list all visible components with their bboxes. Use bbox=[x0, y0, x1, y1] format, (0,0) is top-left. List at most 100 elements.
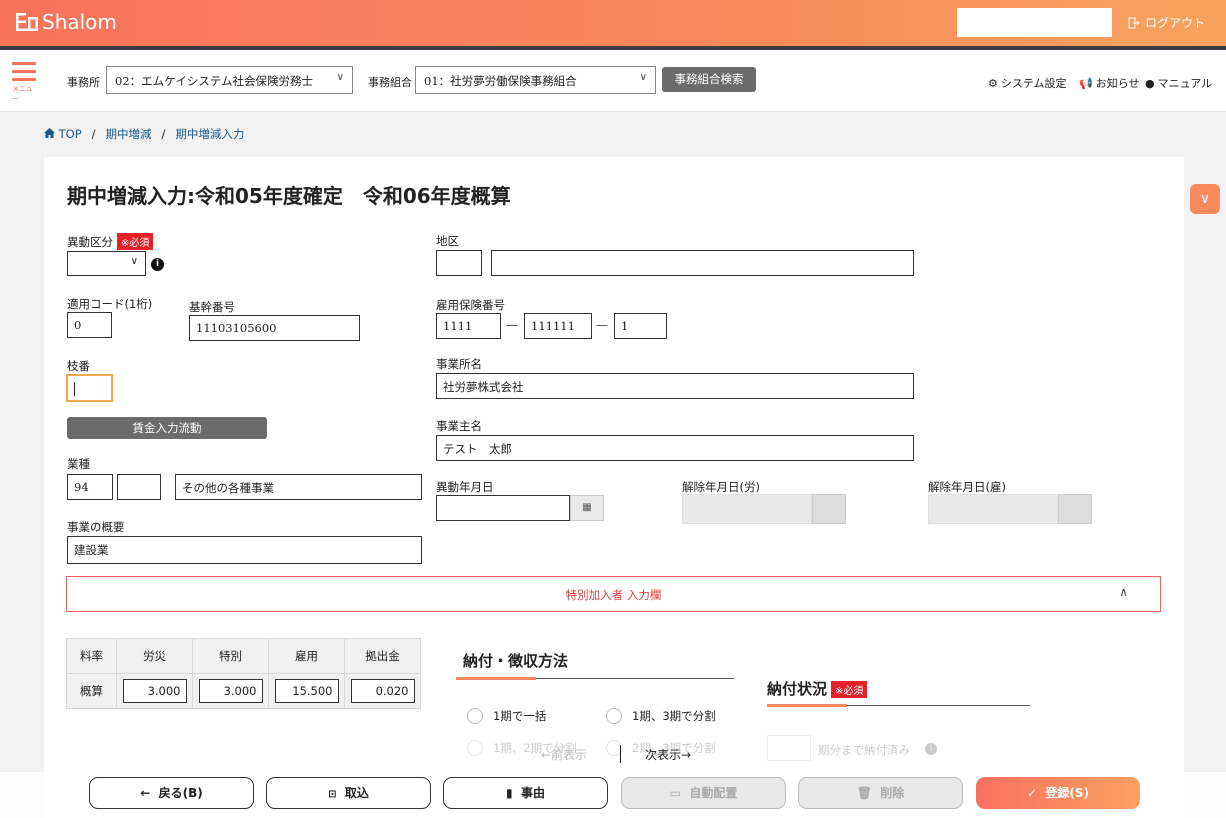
required-badge: ※必須 bbox=[117, 233, 154, 250]
nav-bar: メニュー 事務所 02：エムケイシステム社会保険労務士 ∨ 事務組合 01：社労… bbox=[0, 50, 1226, 112]
back-button[interactable]: ← 戻る(B) bbox=[89, 777, 254, 809]
district-label: 地区 bbox=[436, 234, 459, 248]
calendar-icon[interactable]: ▦ bbox=[570, 495, 604, 521]
payment-option[interactable]: 1期で一括 bbox=[467, 708, 546, 724]
applied-code-input[interactable]: 0 bbox=[67, 312, 112, 338]
rate-special-input[interactable]: 3.000 bbox=[198, 679, 263, 703]
wage-flow-button[interactable]: 賃金入力流動 bbox=[67, 417, 267, 439]
union-select[interactable]: 01：社労夢労働保険事務組合 ∨ bbox=[415, 66, 656, 94]
table-row: 概算 3.000 3.000 15.500 0.020 bbox=[66, 673, 421, 709]
rate-contribution-input[interactable]: 0.020 bbox=[350, 679, 415, 703]
system-settings-link[interactable]: ⚙ システム設定 bbox=[988, 75, 1067, 91]
industry-name-input[interactable]: その他の各種事業 bbox=[175, 474, 422, 500]
rate-table: 料率 労災 特別 雇用 拠出金 概算 3.000 3.000 15.500 0.… bbox=[66, 638, 421, 709]
app-logo[interactable]: Shalom bbox=[16, 10, 117, 34]
lightbulb-icon: ● bbox=[1145, 76, 1155, 90]
applied-code-label: 適用コード(1桁) bbox=[67, 297, 153, 311]
rate-labor-input[interactable]: 3.000 bbox=[122, 679, 187, 703]
industry-code1-input[interactable]: 94 bbox=[67, 474, 113, 500]
menu-button[interactable]: メニュー bbox=[12, 62, 36, 104]
row-label: 概算 bbox=[66, 673, 117, 709]
district-name-input[interactable] bbox=[491, 250, 914, 276]
reason-button[interactable]: ▮ 事由 bbox=[443, 777, 608, 809]
notices-link[interactable]: 📢 お知らせ bbox=[1079, 75, 1139, 91]
logout-label: ログアウト bbox=[1145, 16, 1206, 30]
breadcrumb: TOP / 期中増減 / 期中増減入力 bbox=[44, 126, 244, 142]
separator-dash: — bbox=[596, 318, 608, 332]
change-type-select[interactable]: ∨ bbox=[67, 251, 146, 276]
delete-button[interactable]: 🗑 削除 bbox=[798, 777, 963, 809]
breadcrumb-current[interactable]: 期中増減入力 bbox=[175, 126, 244, 142]
app-header: Shalom ログアウト bbox=[0, 0, 1226, 46]
import-button[interactable]: ⊡ 取込 bbox=[266, 777, 431, 809]
radio-icon bbox=[606, 708, 622, 724]
breadcrumb-separator: / bbox=[161, 127, 166, 141]
trash-icon: 🗑 bbox=[856, 786, 872, 800]
info-icon[interactable]: i bbox=[925, 743, 937, 755]
emp-ins-1-input[interactable]: 1111 bbox=[436, 313, 501, 339]
table-header-row: 料率 労災 特別 雇用 拠出金 bbox=[66, 638, 421, 674]
rate-employment-input[interactable]: 15.500 bbox=[274, 679, 339, 703]
section-accent bbox=[456, 677, 536, 680]
breadcrumb-top[interactable]: TOP bbox=[44, 127, 82, 141]
table-header: 特別 bbox=[192, 638, 269, 674]
payment-status-title: 納付状況 ※必須 bbox=[767, 678, 868, 699]
chevron-down-icon: ∨ bbox=[130, 256, 138, 267]
megaphone-icon: 📢 bbox=[1079, 76, 1093, 90]
base-number-input[interactable]: 11103105600 bbox=[189, 315, 360, 341]
calendar-icon[interactable] bbox=[812, 494, 846, 524]
calendar-icon[interactable] bbox=[1058, 494, 1092, 524]
paid-period-input[interactable] bbox=[767, 735, 811, 761]
base-number-label: 基幹番号 bbox=[189, 300, 235, 314]
emp-ins-label: 雇用保険番号 bbox=[436, 298, 505, 312]
emp-ins-3-input[interactable]: 1 bbox=[614, 313, 667, 339]
breadcrumb-midterm[interactable]: 期中増減 bbox=[106, 126, 152, 142]
required-badge: ※必須 bbox=[831, 681, 868, 698]
office-name-label: 事業所名 bbox=[436, 357, 482, 371]
collapse-button[interactable]: ∨ bbox=[1190, 184, 1220, 214]
branch-input[interactable] bbox=[66, 374, 113, 402]
special-members-toggle[interactable]: 特別加入者 入力欄 ∧ bbox=[66, 576, 1161, 612]
info-icon[interactable]: i bbox=[151, 258, 164, 271]
breadcrumb-separator: / bbox=[91, 127, 96, 141]
office-select[interactable]: 02：エムケイシステム社会保険労務士 ∨ bbox=[106, 66, 353, 94]
payment-method-title: 納付・徴収方法 bbox=[463, 652, 569, 670]
table-header: 雇用 bbox=[268, 638, 345, 674]
register-button[interactable]: ✓ 登録(S) bbox=[976, 777, 1140, 809]
union-search-button[interactable]: 事務組合検索 bbox=[662, 67, 756, 92]
menu-label: メニュー bbox=[12, 85, 33, 103]
page-title: 期中増減入力:令和05年度確定 令和06年度概算 bbox=[67, 184, 511, 208]
business-summary-label: 事業の概要 bbox=[67, 520, 125, 534]
radio-icon bbox=[467, 708, 483, 724]
office-label: 事務所 bbox=[67, 76, 100, 89]
change-date-label: 異動年月日 bbox=[436, 480, 494, 494]
section-accent bbox=[767, 704, 847, 707]
owner-input[interactable]: テスト 太郎 bbox=[436, 435, 914, 461]
menu-icon bbox=[12, 62, 36, 65]
home-icon bbox=[44, 128, 55, 138]
gear-icon: ⚙ bbox=[988, 76, 998, 90]
table-header: 料率 bbox=[66, 638, 117, 674]
logout-icon bbox=[1128, 17, 1140, 28]
change-date-input[interactable] bbox=[436, 495, 570, 521]
document-icon: ▮ bbox=[506, 786, 513, 800]
emp-ins-2-input[interactable]: 111111 bbox=[524, 313, 592, 339]
check-icon: ✓ bbox=[1026, 786, 1038, 800]
next-page-link[interactable]: 次表示→ bbox=[645, 746, 691, 763]
list-icon: ▭ bbox=[669, 786, 681, 800]
cancel-labor-input[interactable] bbox=[682, 494, 812, 524]
auto-arrange-button[interactable]: ▭ 自動配置 bbox=[621, 777, 786, 809]
change-type-label: 異動区分 ※必須 bbox=[67, 233, 154, 250]
manual-link[interactable]: ● マニュアル bbox=[1145, 75, 1212, 91]
cancel-emp-input[interactable] bbox=[928, 494, 1058, 524]
industry-code2-input[interactable] bbox=[117, 474, 161, 500]
header-search-input[interactable] bbox=[957, 8, 1112, 37]
district-code-input[interactable] bbox=[436, 250, 482, 276]
business-summary-input[interactable]: 建設業 bbox=[67, 536, 422, 564]
logout-link[interactable]: ログアウト bbox=[1128, 14, 1205, 31]
office-name-input[interactable]: 社労夢株式会社 bbox=[436, 373, 914, 399]
prev-page-link[interactable]: ←前表示 bbox=[541, 746, 587, 763]
branch-label: 枝番 bbox=[67, 359, 90, 373]
payment-option[interactable]: 1期、3期で分割 bbox=[606, 708, 716, 724]
chevron-up-icon: ∧ bbox=[1119, 585, 1128, 599]
